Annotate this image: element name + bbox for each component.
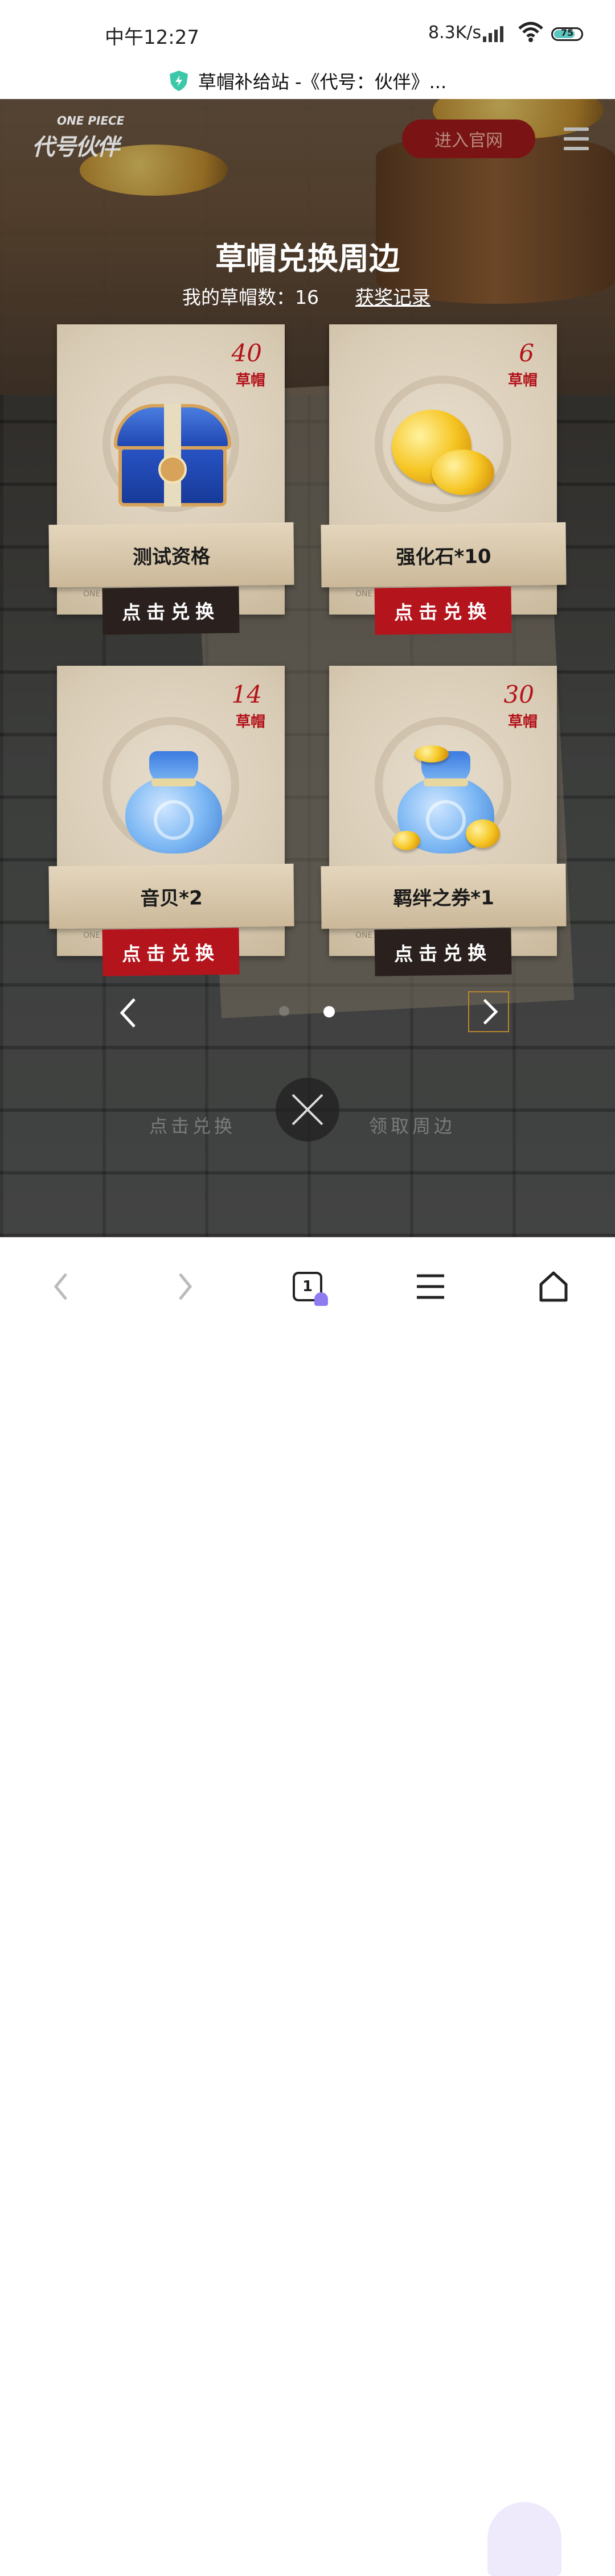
status-bar: 中午12:27 8.3K/s 75 <box>0 0 615 63</box>
pager-dots <box>279 1006 335 1017</box>
blue-bag-image <box>125 745 222 854</box>
cost-amount: 6 <box>519 339 534 367</box>
forward-icon <box>179 1273 192 1300</box>
item-name: 羁绊之券*1 <box>393 886 494 910</box>
battery-icon: 75 <box>551 27 583 41</box>
status-time: 中午12:27 <box>105 26 199 49</box>
browser-title-bar[interactable]: 草帽补给站 -《代号：伙伴》... <box>0 63 615 99</box>
item-name: 测试资格 <box>132 545 211 569</box>
item-name-banner: 音贝*2 <box>48 863 294 929</box>
pager-dot-active[interactable] <box>323 1006 335 1017</box>
item-name: 音贝*2 <box>140 886 203 910</box>
treasure-chest-image <box>114 404 231 506</box>
bottom-hint-redeem: 点击兑换 <box>149 1115 236 1137</box>
cost-unit: 草帽 <box>235 372 265 389</box>
close-icon <box>292 1094 323 1126</box>
cost-unit: 草帽 <box>235 714 265 731</box>
ghost-badge-icon <box>314 1292 328 1306</box>
network-speed: 8.3K/s <box>428 23 482 43</box>
close-button[interactable] <box>276 1078 339 1141</box>
next-page-button[interactable] <box>468 991 509 1032</box>
tab-count: 1 <box>302 1278 313 1295</box>
back-icon <box>54 1273 67 1300</box>
cost-amount: 30 <box>503 681 534 708</box>
cost-amount: 14 <box>231 681 262 708</box>
chevron-left-icon[interactable] <box>117 996 140 1030</box>
shield-check-icon <box>169 71 188 91</box>
item-name-banner: 测试资格 <box>48 522 294 588</box>
ghost-mascot-image <box>487 2502 561 2576</box>
item-name-banner: 羁绊之券*1 <box>321 863 567 929</box>
cost-unit: 草帽 <box>507 714 538 731</box>
redeem-button[interactable]: 点击兑换 <box>102 928 240 976</box>
reward-card: 30 草帽 羁绊之券*1 ONE PIECE 点击兑换 <box>321 666 567 984</box>
forward-button[interactable] <box>162 1264 207 1309</box>
hat-count: 我的草帽数：16 <box>182 286 319 308</box>
reward-card: 14 草帽 音贝*2 ONE PIECE 点击兑换 <box>48 666 294 984</box>
section-title: 草帽兑换周边 <box>215 240 400 277</box>
bottom-hint-claim: 领取周边 <box>369 1115 456 1137</box>
tabs-icon: 1 <box>293 1272 328 1306</box>
redeem-button[interactable]: 点击兑换 <box>374 586 512 635</box>
browser-menu-button[interactable] <box>408 1264 453 1309</box>
prize-record-link[interactable]: 获奖记录 <box>355 282 430 310</box>
enter-official-site-button[interactable]: 进入官网 <box>402 119 535 158</box>
wifi-icon <box>518 22 543 42</box>
item-name: 强化石*10 <box>396 545 491 569</box>
battery-level: 75 <box>560 27 574 38</box>
chevron-right-icon <box>483 999 498 1025</box>
tabs-button[interactable]: 1 <box>285 1264 330 1309</box>
redeem-button[interactable]: 点击兑换 <box>102 586 240 635</box>
logo-main-text: 代号伙伴 <box>32 134 120 160</box>
game-logo[interactable]: ONE PIECE 代号伙伴 <box>31 113 133 170</box>
browser-bottom-bar: 1 <box>0 1237 615 2576</box>
reward-card: 40 草帽 测试资格 ONE PIECE 点击兑换 <box>48 324 294 643</box>
coin-bag-image <box>393 745 500 854</box>
back-button[interactable] <box>39 1264 84 1309</box>
home-icon <box>539 1271 568 1302</box>
page-title: 草帽补给站 -《代号：伙伴》... <box>198 71 447 93</box>
web-page: ONE PIECE 代号伙伴 进入官网 草帽兑换周边 我的草帽数：16 获奖记录… <box>0 99 615 1237</box>
pager-dot[interactable] <box>279 1006 289 1016</box>
browser-menu-icon <box>417 1274 444 1299</box>
logo-top-text: ONE PIECE <box>57 114 125 127</box>
menu-icon[interactable] <box>564 127 589 150</box>
cost-amount: 40 <box>231 339 262 367</box>
redeem-button[interactable]: 点击兑换 <box>374 928 512 976</box>
home-button[interactable] <box>531 1264 576 1309</box>
item-name-banner: 强化石*10 <box>321 522 567 588</box>
reward-card: 6 草帽 强化石*10 ONE PIECE 点击兑换 <box>321 324 567 643</box>
signal-icon <box>483 24 503 42</box>
gold-coins-image <box>392 410 506 506</box>
cost-unit: 草帽 <box>507 372 538 389</box>
